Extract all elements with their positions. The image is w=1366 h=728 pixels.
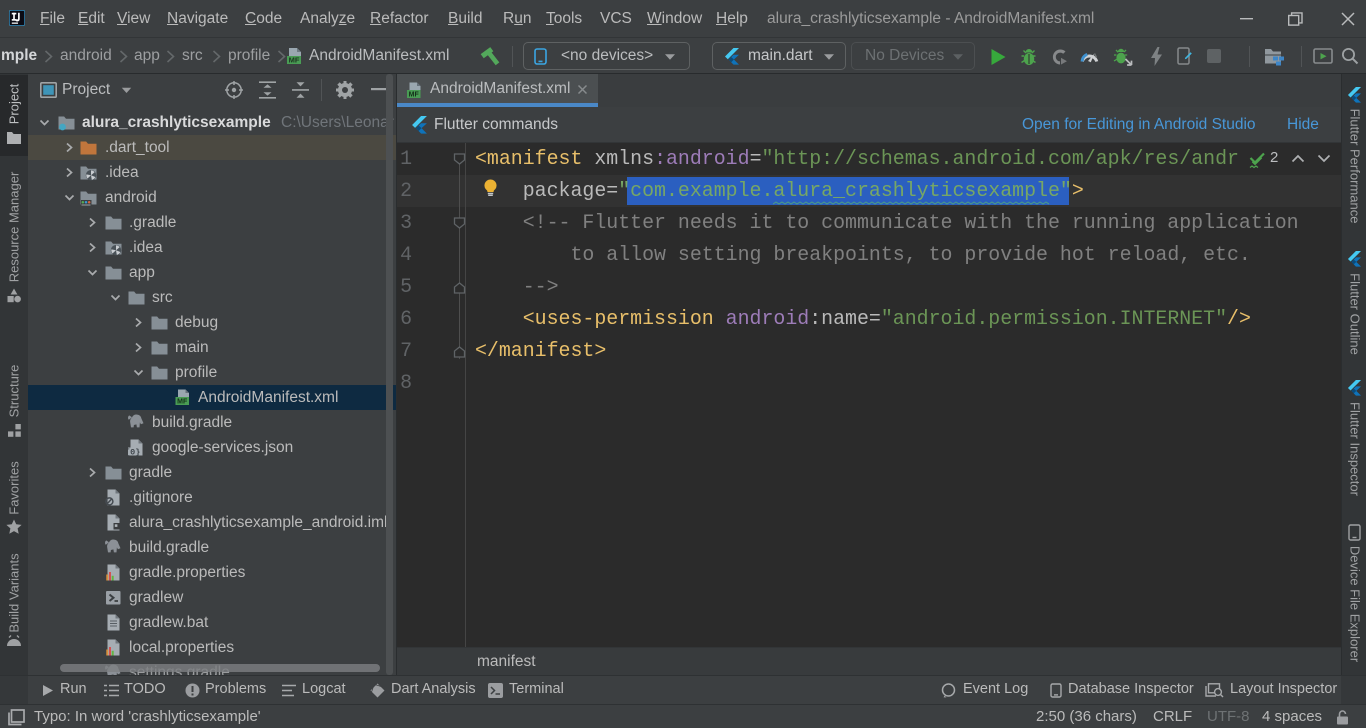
- svg-text:{0}: {0}: [128, 447, 140, 456]
- svg-text:MF: MF: [289, 56, 300, 65]
